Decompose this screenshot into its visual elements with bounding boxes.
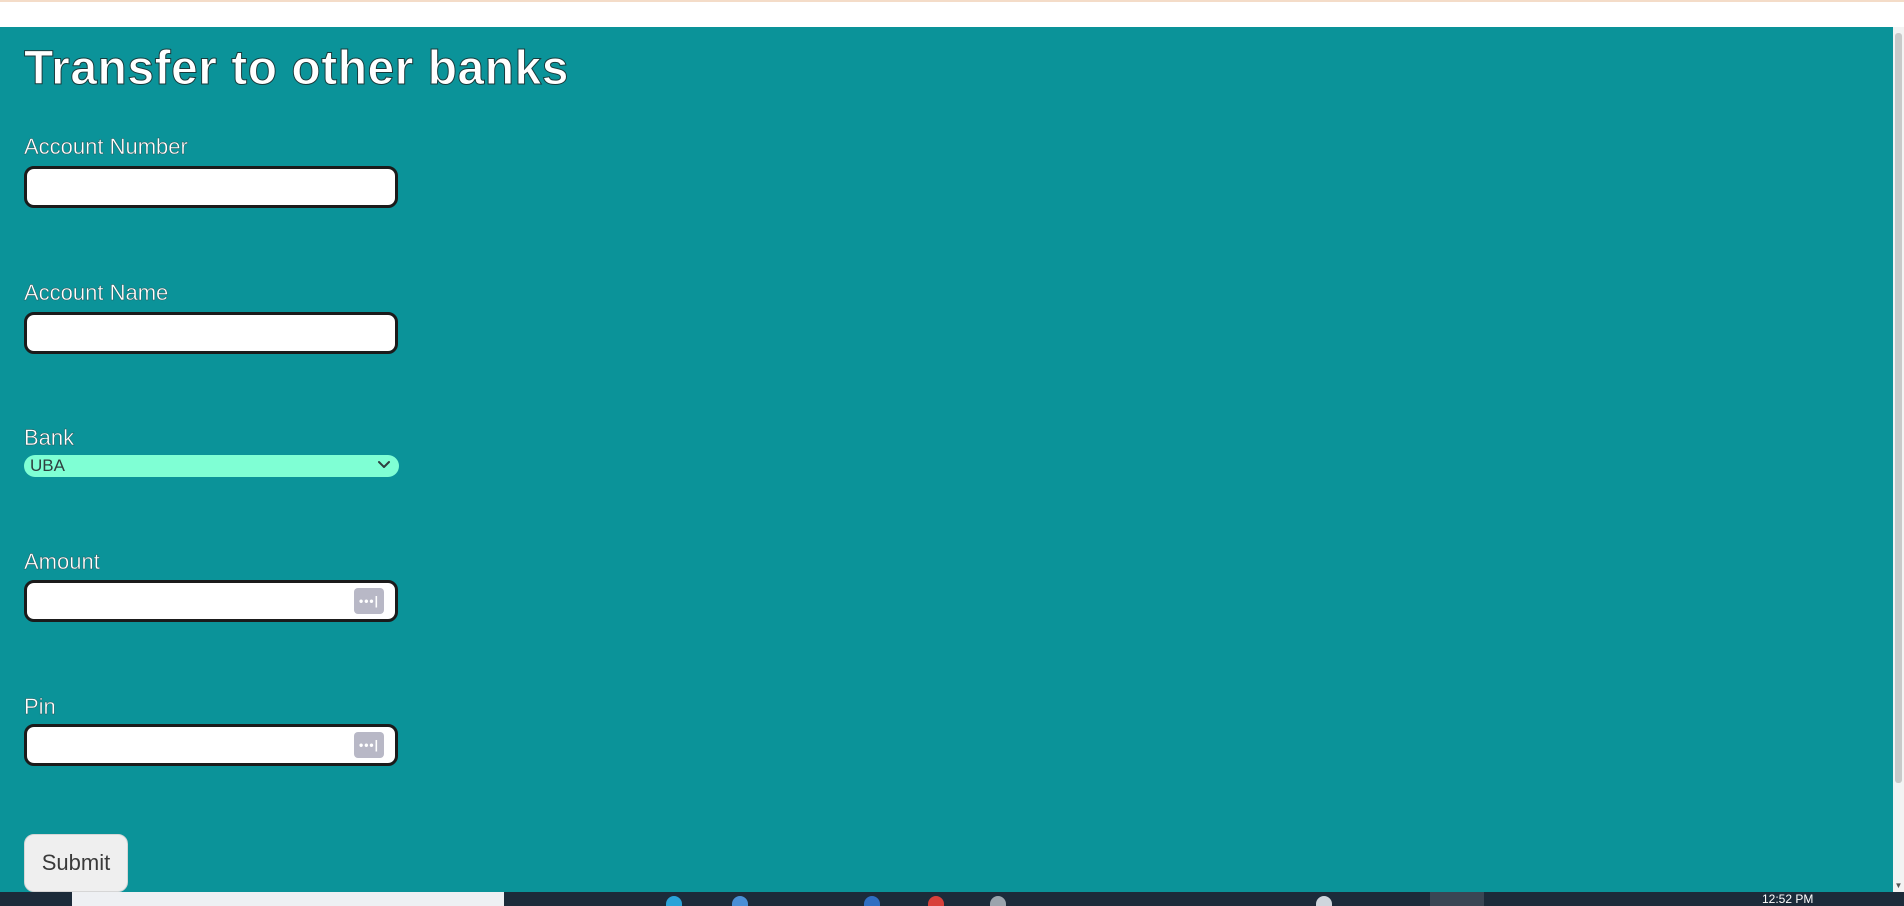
app-icon[interactable] xyxy=(1316,896,1332,906)
bank-select[interactable]: UBA xyxy=(24,455,399,477)
chrome-icon[interactable] xyxy=(928,896,944,906)
amount-label: Amount xyxy=(24,549,100,574)
app-icon[interactable] xyxy=(864,896,880,906)
pin-field: •••| xyxy=(24,724,398,766)
amount-field: •••| xyxy=(24,580,398,622)
app-icon[interactable] xyxy=(990,896,1006,906)
account-name-label: Account Name xyxy=(24,280,169,305)
taskbar-active-app[interactable] xyxy=(1430,892,1484,906)
password-manager-icon[interactable]: •••| xyxy=(354,588,384,614)
account-name-input[interactable] xyxy=(24,312,398,354)
scrollbar-thumb[interactable] xyxy=(1895,33,1902,783)
pin-label: Pin xyxy=(24,694,56,719)
pin-input[interactable] xyxy=(24,724,398,766)
page-title: Transfer to other banks xyxy=(24,42,569,96)
scroll-down-arrow-icon[interactable]: ▼ xyxy=(1894,881,1903,890)
account-number-label: Account Number xyxy=(24,134,188,159)
transfer-page: Transfer to other banks Account Number A… xyxy=(0,27,1893,892)
edge-icon[interactable] xyxy=(666,896,682,906)
amount-input[interactable] xyxy=(24,580,398,622)
chevron-down-icon xyxy=(378,461,390,468)
taskbar-search-box[interactable] xyxy=(72,892,504,906)
file-explorer-icon[interactable] xyxy=(732,896,748,906)
page-scrollbar[interactable]: ▼ xyxy=(1893,27,1904,892)
account-number-input[interactable] xyxy=(24,166,398,208)
submit-button[interactable]: Submit xyxy=(24,834,128,892)
password-manager-icon[interactable]: •••| xyxy=(354,732,384,758)
taskbar-clock[interactable]: 12:52 PM xyxy=(1762,892,1813,906)
bank-label: Bank xyxy=(24,425,75,450)
taskbar: 12:52 PM xyxy=(0,892,1904,906)
bank-select-value: UBA xyxy=(30,456,65,475)
browser-top-strip xyxy=(0,0,1904,27)
